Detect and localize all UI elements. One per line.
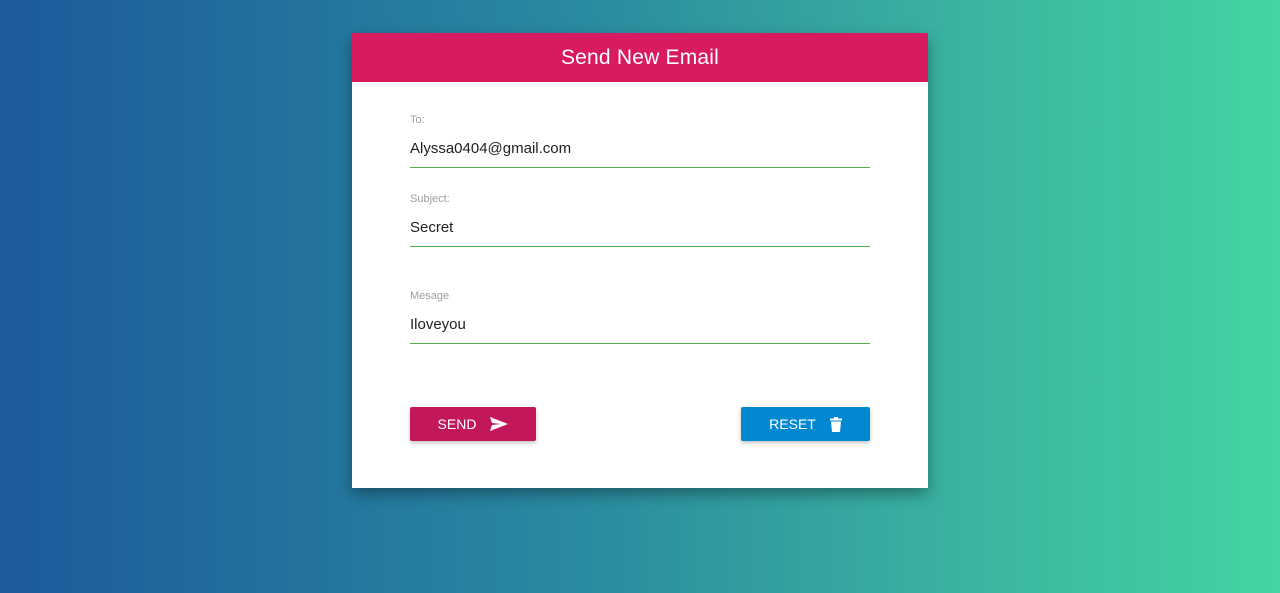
send-icon <box>490 417 509 431</box>
message-input[interactable] <box>410 312 870 344</box>
to-field-group: To: <box>410 114 870 168</box>
to-input[interactable] <box>410 136 870 168</box>
send-button-label: SEND <box>437 416 477 432</box>
reset-button[interactable]: RESET <box>741 407 870 441</box>
send-button[interactable]: SEND <box>410 407 536 441</box>
form-header: Send New Email <box>352 33 928 82</box>
trash-icon <box>829 416 842 432</box>
subject-label: Subject: <box>410 193 450 205</box>
to-label: To: <box>410 114 425 126</box>
subject-input[interactable] <box>410 215 870 247</box>
subject-field-group: Subject: <box>410 193 870 247</box>
email-form-card: Send New Email To: Subject: Mesage SEND … <box>352 33 928 488</box>
message-label: Mesage <box>410 290 450 302</box>
form-title: Send New Email <box>560 45 720 69</box>
reset-button-label: RESET <box>769 416 816 432</box>
message-field-group: Mesage <box>410 290 870 344</box>
